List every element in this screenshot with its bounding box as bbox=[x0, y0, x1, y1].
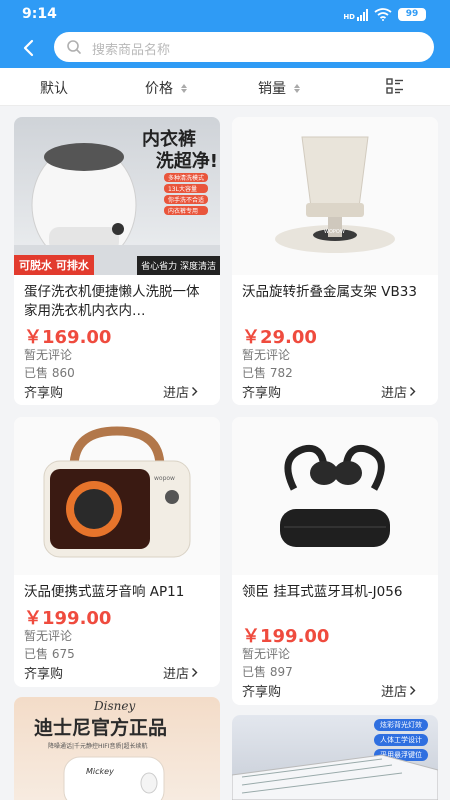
image-bullet: 内衣裤专用 bbox=[163, 206, 208, 215]
product-image: WOPOW bbox=[232, 117, 438, 275]
product-title: 沃品便携式蓝牙音响 AP11 bbox=[24, 584, 185, 600]
list-view-icon bbox=[386, 78, 403, 94]
chevron-right-icon bbox=[192, 668, 198, 677]
image-headline: 迪士尼官方正品 bbox=[34, 717, 168, 739]
product-card[interactable]: Disney 迪士尼官方正品 降噪通话|千元静控HIFI音质|超长续航 Mick… bbox=[14, 697, 220, 800]
back-button[interactable] bbox=[14, 34, 42, 62]
image-brand: wopow bbox=[154, 475, 175, 482]
sort-price[interactable]: 价格 bbox=[145, 78, 187, 98]
sort-bar: 默认 价格 销量 bbox=[0, 68, 450, 106]
shop-name: 齐享购 bbox=[24, 386, 64, 401]
product-card[interactable]: wopow 沃品便携式蓝牙音响 AP11 ￥199.00 暂无评论 已售 675… bbox=[14, 417, 220, 687]
chevron-right-icon bbox=[410, 387, 416, 396]
sort-default[interactable]: 默认 bbox=[40, 78, 68, 98]
product-image bbox=[232, 417, 438, 575]
phone-stand-image bbox=[275, 136, 395, 253]
enter-shop-label: 进店 bbox=[380, 386, 407, 401]
product-image: wopow bbox=[14, 417, 220, 575]
product-card[interactable]: 炫彩背光灯效 人体工学设计 采用悬浮键位 bbox=[232, 715, 438, 800]
product-sold: 已售 675 bbox=[24, 647, 75, 661]
enter-shop-button[interactable]: 进店 bbox=[163, 663, 198, 682]
status-bar: 9:14 HD 99 bbox=[0, 0, 450, 28]
image-badge: 可脱水 可排水 bbox=[14, 255, 94, 275]
product-card[interactable]: WOPOW 沃品旋转折叠金属支架 VB33 ￥29.00 暂无评论 已售 782… bbox=[232, 117, 438, 405]
product-image: 炫彩背光灯效 人体工学设计 采用悬浮键位 bbox=[232, 715, 438, 800]
image-bullet: 你手洗不合适 bbox=[163, 195, 208, 204]
image-bullet: 多种清洗模式 bbox=[163, 173, 208, 182]
product-card[interactable]: 内衣裤 洗超净! 多种清洗模式 13L大容量 你手洗不合适 内衣裤专用 可脱水 … bbox=[14, 117, 220, 405]
enter-shop-button[interactable]: 进店 bbox=[163, 382, 198, 401]
image-headline: 洗超净! bbox=[155, 151, 218, 172]
enter-shop-button[interactable]: 进店 bbox=[381, 681, 416, 700]
shop-name: 齐享购 bbox=[24, 667, 64, 682]
shop-name: 齐享购 bbox=[242, 386, 282, 401]
chevron-right-icon bbox=[410, 686, 416, 695]
image-brand: WOPOW bbox=[324, 229, 345, 235]
product-title: 沃品旋转折叠金属支架 VB33 bbox=[242, 284, 417, 300]
product-reviews: 暂无评论 bbox=[24, 348, 73, 362]
search-input[interactable]: 搜索商品名称 bbox=[54, 32, 434, 62]
layout-toggle-button[interactable] bbox=[386, 78, 404, 99]
header: 搜索商品名称 bbox=[0, 28, 450, 68]
chevron-right-icon bbox=[192, 387, 198, 396]
back-arrow-icon bbox=[23, 39, 34, 57]
image-tagline: 降噪通话|千元静控HIFI音质|超长续航 bbox=[48, 743, 148, 750]
keyboard-image bbox=[232, 754, 438, 800]
product-card[interactable]: 领臣 挂耳式蓝牙耳机-J056 ￥199.00 暂无评论 已售 897 齐享购 … bbox=[232, 417, 438, 705]
search-placeholder: 搜索商品名称 bbox=[92, 43, 171, 58]
enter-shop-label: 进店 bbox=[162, 386, 189, 401]
enter-shop-label: 进店 bbox=[380, 685, 407, 700]
sort-sales[interactable]: 销量 bbox=[258, 78, 300, 98]
sort-price-label: 价格 bbox=[145, 81, 173, 97]
earbuds-image bbox=[280, 444, 390, 547]
wifi-icon bbox=[374, 8, 392, 21]
product-sold: 已售 782 bbox=[242, 366, 293, 380]
shop-name: 齐享购 bbox=[242, 685, 282, 700]
product-sold: 已售 860 bbox=[24, 366, 75, 380]
product-title: 蛋仔洗衣机便捷懒人洗脱一体家用洗衣机内衣内… bbox=[24, 284, 200, 319]
image-badge: 省心省力 深度清洁 bbox=[137, 256, 220, 275]
status-time: 9:14 bbox=[22, 6, 57, 22]
hd-label: HD bbox=[343, 12, 355, 21]
image-figure-label: Mickey bbox=[86, 767, 114, 776]
product-reviews: 暂无评论 bbox=[242, 348, 291, 362]
image-bullet: 13L大容量 bbox=[163, 184, 208, 193]
search-icon bbox=[67, 40, 81, 54]
sort-default-label: 默认 bbox=[40, 81, 68, 97]
product-sold: 已售 897 bbox=[242, 665, 293, 679]
product-title: 领臣 挂耳式蓝牙耳机-J056 bbox=[242, 584, 403, 600]
status-icons: HD 99 bbox=[343, 8, 426, 21]
sort-sales-label: 销量 bbox=[258, 81, 286, 97]
image-brand: Disney bbox=[94, 699, 136, 713]
earbuds-case-image bbox=[63, 756, 165, 800]
signal-icon: HD bbox=[343, 8, 368, 21]
battery-icon: 99 bbox=[398, 8, 426, 21]
product-reviews: 暂无评论 bbox=[242, 647, 291, 661]
product-image: 内衣裤 洗超净! 多种清洗模式 13L大容量 你手洗不合适 内衣裤专用 可脱水 … bbox=[14, 117, 220, 275]
enter-shop-label: 进店 bbox=[162, 667, 189, 682]
sort-arrows-icon bbox=[294, 83, 300, 93]
image-bullets: 多种清洗模式 13L大容量 你手洗不合适 内衣裤专用 bbox=[163, 173, 208, 215]
sort-arrows-icon bbox=[181, 83, 187, 93]
product-reviews: 暂无评论 bbox=[24, 629, 73, 643]
speaker-image bbox=[43, 426, 191, 558]
enter-shop-button[interactable]: 进店 bbox=[381, 382, 416, 401]
product-image: Disney 迪士尼官方正品 降噪通话|千元静控HIFI音质|超长续航 Mick… bbox=[14, 697, 220, 800]
